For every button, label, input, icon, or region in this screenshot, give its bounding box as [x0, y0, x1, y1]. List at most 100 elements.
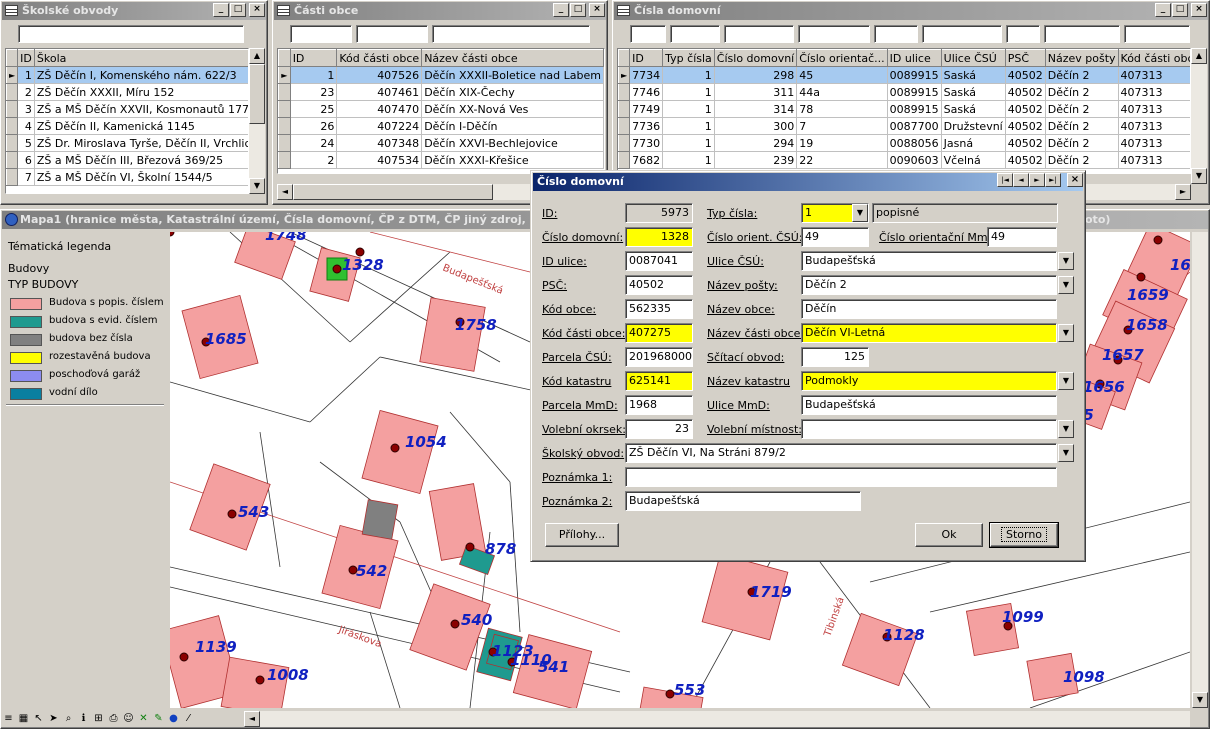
table-cell[interactable]: 22 [796, 151, 888, 169]
print-icon[interactable]: ⎙ [107, 712, 120, 725]
minimize-button[interactable]: _ [553, 3, 569, 17]
scroll-down-icon[interactable]: ▼ [1192, 692, 1208, 708]
filter-input-kod[interactable] [356, 25, 428, 43]
table-row[interactable]: 7736 1 300 7 0087700 Družstevní 40502 Děčín 2 40… [618, 117, 1190, 135]
field-ulice-csu[interactable]: Budapešťská [801, 251, 1057, 271]
field-orient-csu[interactable]: 49 [801, 227, 869, 247]
table-cell[interactable]: 298 [714, 66, 798, 84]
maximize-button[interactable]: □ [570, 3, 586, 17]
field-kod-katastru[interactable]: 625141 [625, 371, 693, 391]
table-cell[interactable]: 19 [796, 134, 888, 152]
table-row[interactable]: 7 ZŠ a MŠ Děčín VI, Školní 1544/5 [6, 168, 248, 186]
table-cell[interactable]: 1 [662, 66, 715, 84]
scroll-up-icon[interactable]: ▲ [249, 48, 265, 64]
table-cell[interactable]: 294 [714, 134, 798, 152]
filter-input-kod-casti[interactable] [1124, 25, 1190, 43]
table-row[interactable]: 7730 1 294 19 0088056 Jasná 40502 Děčín 2 407313 [618, 134, 1190, 152]
table-cell[interactable]: 300 [714, 117, 798, 135]
column-header[interactable]: Kód části obce [336, 49, 423, 67]
table-cell[interactable]: Saská [941, 100, 1006, 118]
table-row[interactable]: ► 7734 1 298 45 0089915 Saská 40502 Děčín 2 40731… [618, 66, 1190, 84]
field-volebni-okrsek[interactable]: 23 [625, 419, 693, 439]
row-indicator[interactable] [6, 100, 19, 118]
row-indicator[interactable] [6, 134, 19, 152]
table-row[interactable]: ► 1 407526 Děčín XXXII-Boletice nad Labem [278, 66, 604, 84]
info-icon[interactable]: ℹ [77, 712, 90, 725]
filter-input-ulice[interactable] [922, 25, 1002, 43]
table-cell[interactable]: ZŠ a MŠ Děčín XXVII, Kosmonautů 177 [34, 100, 248, 118]
prev-record-icon[interactable]: ◄ [1013, 173, 1029, 187]
attachments-button[interactable]: Přílohy... [545, 523, 619, 547]
field-kod-obce[interactable]: 562335 [625, 299, 693, 319]
table-row[interactable]: 4 ZŠ Děčín II, Kamenická 1145 [6, 117, 248, 135]
close-button[interactable]: × [589, 3, 605, 17]
table-cell[interactable]: 407313 [1118, 66, 1190, 84]
globe-tool-icon[interactable]: ● [167, 712, 180, 725]
table-cell[interactable]: 7 [17, 168, 35, 186]
table-cell[interactable]: 0090603 [887, 151, 942, 169]
table-cell[interactable]: 239 [714, 151, 798, 169]
table-cell[interactable]: 6 [17, 151, 35, 169]
table-cell[interactable]: Jasná [941, 134, 1006, 152]
table-row[interactable]: 6 ZŠ a MŠ Děčín III, Březová 369/25 [6, 151, 248, 169]
chevron-down-icon[interactable]: ▼ [1058, 276, 1074, 294]
filter-input-orient[interactable] [798, 25, 870, 43]
table-row[interactable]: 7746 1 311 44a 0089915 Saská 40502 Děčín 2 40731… [618, 83, 1190, 101]
table-cell[interactable]: 1 [662, 117, 715, 135]
table-cell[interactable]: 407313 [1118, 83, 1190, 101]
minimize-button[interactable]: _ [213, 3, 229, 17]
table-cell[interactable]: 407313 [1118, 151, 1190, 169]
table-row[interactable]: ► 1 ZŠ Děčín I, Komenského nám. 622/3 [6, 66, 248, 84]
address-point[interactable] [450, 619, 460, 629]
field-orient-mmd[interactable]: 49 [987, 227, 1057, 247]
scroll-down-icon[interactable]: ▼ [249, 178, 265, 194]
chevron-down-icon[interactable]: ▼ [1058, 324, 1074, 342]
filter-input-id[interactable] [290, 25, 352, 43]
table-row[interactable]: 7749 1 314 78 0089915 Saská 40502 Děčín 2 407313 [618, 100, 1190, 118]
table-cell[interactable]: 7730 [629, 134, 664, 152]
filter-input-psc[interactable] [1006, 25, 1040, 43]
table-cell[interactable]: 407224 [336, 117, 423, 135]
table-cell[interactable]: 2 [17, 83, 35, 101]
table-row[interactable]: 26 407224 Děčín I-Děčín [278, 117, 604, 135]
row-indicator[interactable] [618, 83, 631, 101]
table-cell[interactable]: 7 [796, 117, 888, 135]
table-cell[interactable]: Děčín 2 [1045, 83, 1119, 101]
cross-icon[interactable]: ✕ [137, 712, 150, 725]
field-id-ulice[interactable]: 0087041 [625, 251, 693, 271]
row-indicator[interactable] [618, 117, 631, 135]
scroll-left-icon[interactable]: ◄ [244, 711, 260, 727]
scroll-right-icon[interactable]: ► [1175, 184, 1191, 200]
row-indicator[interactable] [278, 100, 291, 118]
field-kod-casti[interactable]: 407275 [625, 323, 693, 343]
address-point[interactable] [227, 509, 237, 519]
vertical-scrollbar[interactable]: ▲ ▼ [1191, 48, 1207, 184]
table-cell[interactable]: 2 [290, 151, 338, 169]
table-cell[interactable]: 7749 [629, 100, 664, 118]
row-indicator[interactable] [6, 151, 19, 169]
table-cell[interactable]: ZŠ Děčín II, Kamenická 1145 [34, 117, 248, 135]
table-cell[interactable]: 24 [290, 134, 338, 152]
column-header[interactable]: Škola [33, 49, 248, 67]
table-cell[interactable]: 407348 [336, 134, 423, 152]
table-cell[interactable]: 407470 [336, 100, 423, 118]
table-cell[interactable]: 407534 [336, 151, 423, 169]
table-cell[interactable]: ZŠ Děčín XXXII, Míru 152 [34, 83, 248, 101]
table-cell[interactable]: 1 [662, 100, 715, 118]
building[interactable] [841, 612, 919, 687]
dialog-close-button[interactable]: × [1067, 173, 1083, 187]
address-point[interactable] [465, 542, 475, 552]
table-cell[interactable]: 407313 [1118, 134, 1190, 152]
table-cell[interactable]: Saská [941, 83, 1006, 101]
address-point[interactable] [665, 689, 675, 699]
row-indicator[interactable] [278, 151, 291, 169]
table-cell[interactable]: ZŠ a MŠ Děčín III, Březová 369/25 [34, 151, 248, 169]
scroll-down-icon[interactable]: ▼ [1191, 168, 1207, 184]
table-cell[interactable]: Děčín 2 [1045, 117, 1119, 135]
table-cell[interactable]: Děčín 2 [1045, 134, 1119, 152]
table-cell[interactable]: 7682 [629, 151, 664, 169]
table-row[interactable]: 24 407348 Děčín XXVI-Bechlejovice [278, 134, 604, 152]
layers-icon[interactable]: ≡ [2, 712, 15, 725]
field-nazev-casti[interactable]: Děčín VI-Letná [801, 323, 1057, 343]
map-vertical-scrollbar[interactable]: ▼ [1192, 232, 1208, 708]
